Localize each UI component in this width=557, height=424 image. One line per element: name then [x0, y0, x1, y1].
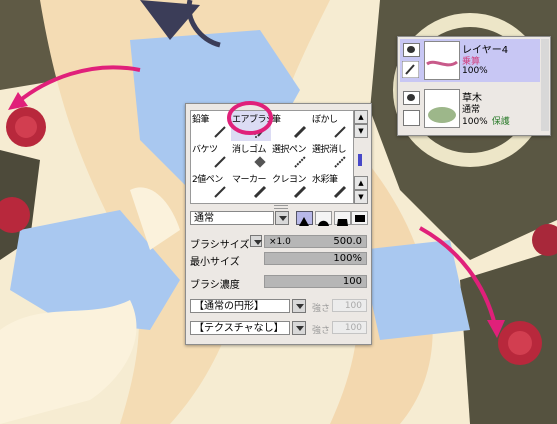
size-multiplier-dropdown[interactable] [250, 235, 262, 247]
eye-icon[interactable] [403, 43, 420, 57]
checkbox-icon[interactable] [403, 110, 420, 126]
tool-scrollbar[interactable]: ▲ ▼ ▲ ▼ [354, 110, 368, 204]
tool-binary-pen[interactable]: 2値ペン [191, 171, 231, 201]
watercolor-icon [333, 185, 347, 199]
layer-scrollbar[interactable] [541, 39, 549, 131]
scroll-up-small-icon[interactable]: ▲ [354, 176, 368, 190]
min-size-slider[interactable]: 100% [264, 252, 367, 265]
shape-strength-slider: 100 [332, 299, 367, 312]
scroll-thumb[interactable] [358, 154, 362, 166]
tool-blur[interactable]: ぼかし [311, 111, 351, 141]
strength-label: 強さ [312, 304, 331, 314]
layer-thumbnail [424, 89, 460, 128]
brush-size-slider[interactable]: ×1.0 500.0 [264, 235, 367, 248]
scroll-down-icon[interactable]: ▼ [354, 190, 368, 204]
density-label: ブラシ濃度 [190, 280, 240, 291]
tool-marker[interactable]: マーカー [231, 171, 271, 201]
crayon-icon [293, 185, 307, 199]
tool-bucket[interactable]: バケツ [191, 141, 231, 171]
min-size-label: 最小サイズ [190, 257, 240, 268]
brush-panel: 鉛筆 エアブラシ 筆 ぼかし バケツ 消しゴム 選択ペン 選択消し 2値ペン マ… [185, 103, 372, 345]
texture-strength-slider: 100 [332, 321, 367, 334]
tool-crayon[interactable]: クレヨン [271, 171, 311, 201]
layer-row-1[interactable]: レイヤー4 乗算 100% [400, 39, 540, 82]
chevron-down-icon[interactable] [292, 299, 306, 313]
panel-divider[interactable] [274, 205, 288, 209]
tool-eraser[interactable]: 消しゴム [231, 141, 271, 171]
pen-icon [402, 61, 419, 78]
highlight-circle [227, 101, 273, 135]
layer-opacity: 100% [462, 66, 488, 76]
tool-select-erase[interactable]: 選択消し [311, 141, 351, 171]
chevron-down-icon[interactable] [275, 211, 289, 225]
bucket-icon [214, 156, 226, 168]
blend-mode-select[interactable]: 通常 [190, 211, 274, 225]
binary-pen-icon [214, 186, 226, 198]
protect-label: 保護 [491, 117, 510, 127]
scroll-up-icon[interactable]: ▲ [354, 110, 368, 124]
tool-brush[interactable]: 筆 [271, 111, 311, 141]
density-slider[interactable]: 100 [264, 275, 367, 288]
layer-thumbnail [424, 41, 460, 80]
brush-shape-select[interactable]: 【通常の円形】 [190, 299, 290, 313]
strength-label: 強さ [312, 326, 331, 336]
brush-shape-hard[interactable] [334, 211, 351, 226]
tool-select-pen[interactable]: 選択ペン [271, 141, 311, 171]
select-erase-icon [334, 156, 346, 168]
eye-icon[interactable] [403, 91, 420, 105]
layer-row-2[interactable]: 草木 通常 100% 保護 [400, 87, 540, 130]
texture-select[interactable]: 【テクスチャなし】 [190, 321, 290, 335]
select-pen-icon [294, 156, 306, 168]
brush-icon [293, 125, 307, 139]
brush-shape-soft[interactable] [296, 211, 313, 226]
brush-size-label: ブラシサイズ [190, 240, 250, 251]
layer-opacity: 100% 保護 [462, 117, 510, 127]
scroll-down-small-icon[interactable]: ▼ [354, 124, 368, 138]
tool-watercolor[interactable]: 水彩筆 [311, 171, 351, 201]
marker-icon [253, 185, 267, 199]
brush-shape-medium[interactable] [315, 211, 332, 226]
eraser-icon [254, 156, 266, 168]
brush-shape-square[interactable] [351, 211, 368, 225]
layer-panel: レイヤー4 乗算 100% 草木 通常 100% 保護 [397, 36, 551, 136]
chevron-down-icon[interactable] [292, 321, 306, 335]
blur-icon [334, 126, 346, 138]
